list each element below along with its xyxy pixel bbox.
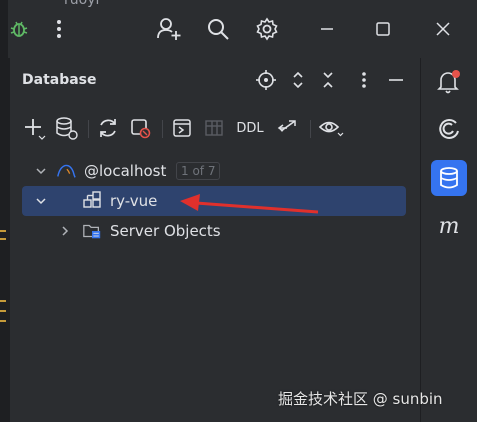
- annotation-arrow-shaft: [195, 201, 319, 214]
- watermark: 掘金技术社区 @ sunbin: [278, 390, 443, 408]
- annotation-arrow-head: [180, 194, 200, 211]
- annotation-arrow: [180, 194, 319, 214]
